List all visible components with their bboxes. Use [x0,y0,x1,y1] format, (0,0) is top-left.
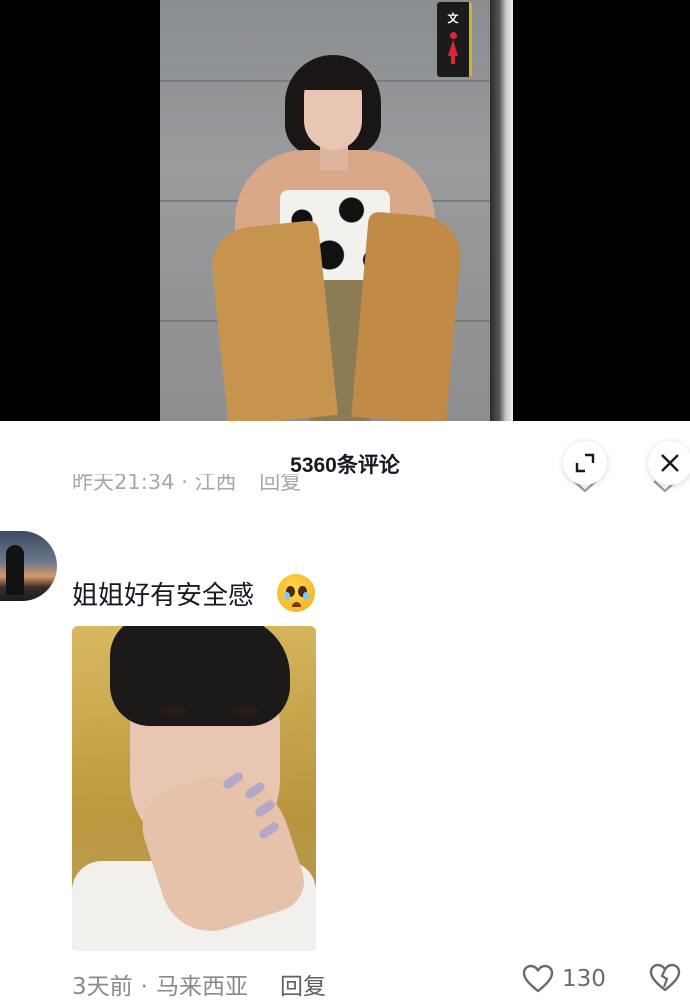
close-button[interactable] [648,441,690,485]
jacket-right [351,211,464,421]
comment-location: 马来西亚 [155,974,248,1000]
person-bangs [300,60,366,90]
pleading-face-emoji [277,574,315,612]
female-restroom-icon [448,32,458,64]
like-button[interactable]: 130 [522,962,606,996]
avatar[interactable] [0,531,57,601]
previous-comment-time: 昨天21:34 · 江西 [72,474,237,494]
dislike-broken-heart-icon[interactable] [649,963,681,993]
close-icon [661,454,679,472]
previous-comment-reply: 回复 [259,474,302,494]
meta-separator: · [140,974,148,1000]
comment-image[interactable] [72,626,316,951]
comment-item: 姐姐好有安全感 3天前 · 马来西亚 回复 130 [0,501,690,1000]
like-count: 130 [562,966,606,992]
previous-comment-meta: 昨天21:34 · 江西 回复 [72,474,317,496]
comment-text: 姐姐好有安全感 [72,581,255,611]
door-edge [490,0,513,421]
comments-header: 5360条评论 昨天21:34 · 江西 回复 [0,421,690,501]
expand-button[interactable] [563,441,607,485]
jacket-left [208,219,338,421]
expand-icon [575,453,595,473]
video-frame: 文 [160,0,513,421]
comment-time: 3天前 [72,974,133,1000]
heart-icon [522,964,554,993]
reply-button[interactable]: 回复 [280,974,326,1000]
sign-text: 文 [447,12,459,25]
restroom-sign: 文 [437,2,472,77]
video-player[interactable]: 文 [0,0,690,421]
